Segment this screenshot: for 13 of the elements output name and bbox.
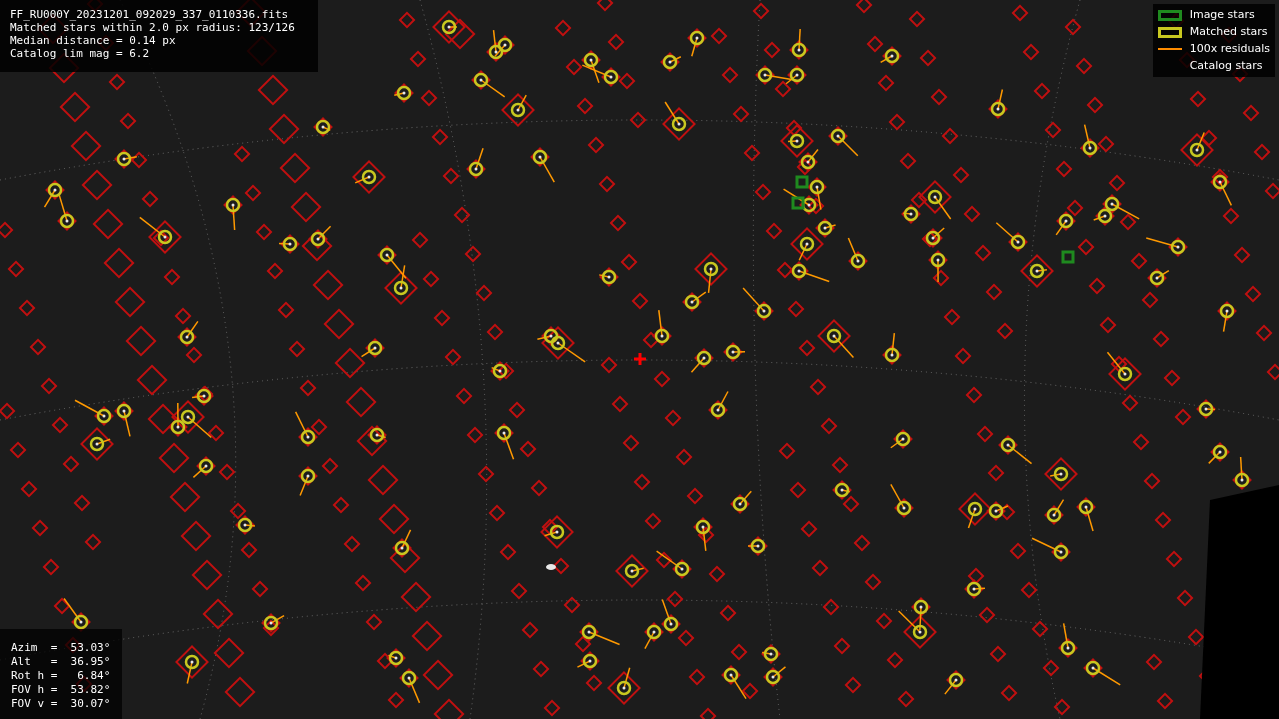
legend-label: Matched stars — [1189, 23, 1268, 40]
legend-label: Catalog stars — [1189, 57, 1263, 74]
pointing-text: Alt = 36.95° — [11, 655, 111, 669]
pointing-text: Rot h = 6.84° — [11, 669, 111, 683]
pointing-text: Azim = 53.03° — [11, 641, 111, 655]
info-text: Catalog lim mag = 6.2 — [10, 47, 151, 60]
legend-label: Image stars — [1189, 6, 1255, 23]
info-text: Median distance = 0.14 px — [10, 34, 177, 47]
info-text: FF_RU000Y_20231201_092029_337_0110336.fits — [10, 8, 290, 21]
pointing-text: FOV v = 30.07° — [11, 697, 111, 711]
legend-label: 100x residuals — [1189, 40, 1270, 57]
info-text: Matched stars within 2.0 px radius: 123/126 — [10, 21, 296, 34]
pointing-text: FOV h = 53.82° — [11, 683, 111, 697]
